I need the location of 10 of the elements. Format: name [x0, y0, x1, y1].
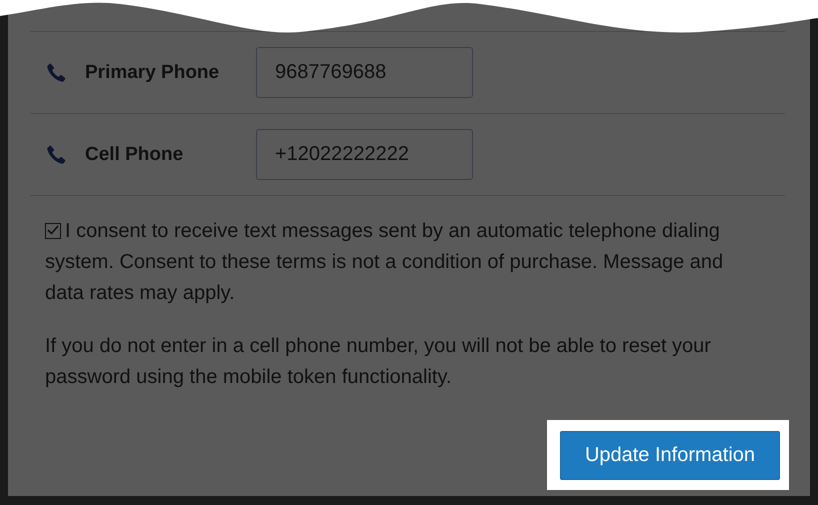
update-button[interactable]: Update Information — [560, 431, 780, 480]
consent-text: I consent to receive text messages sent by an automatic telephone dialing system. Consent to these terms is not a condition of purchase. Message and data rates may apply. — [45, 219, 724, 306]
checkbox[interactable] — [45, 223, 61, 239]
phone-icon — [45, 62, 67, 84]
phone-input[interactable]: 9687769688 — [256, 47, 473, 98]
field-label: Cell Phone — [85, 144, 184, 166]
phone-icon — [45, 144, 67, 166]
field-label: Primary Phone — [85, 62, 220, 84]
phone-input[interactable]: +12022222222 — [256, 129, 473, 180]
info-text: If you do not enter in a cell phone number, you will not be able to reset your password using the mobile token functionality. — [45, 334, 712, 390]
